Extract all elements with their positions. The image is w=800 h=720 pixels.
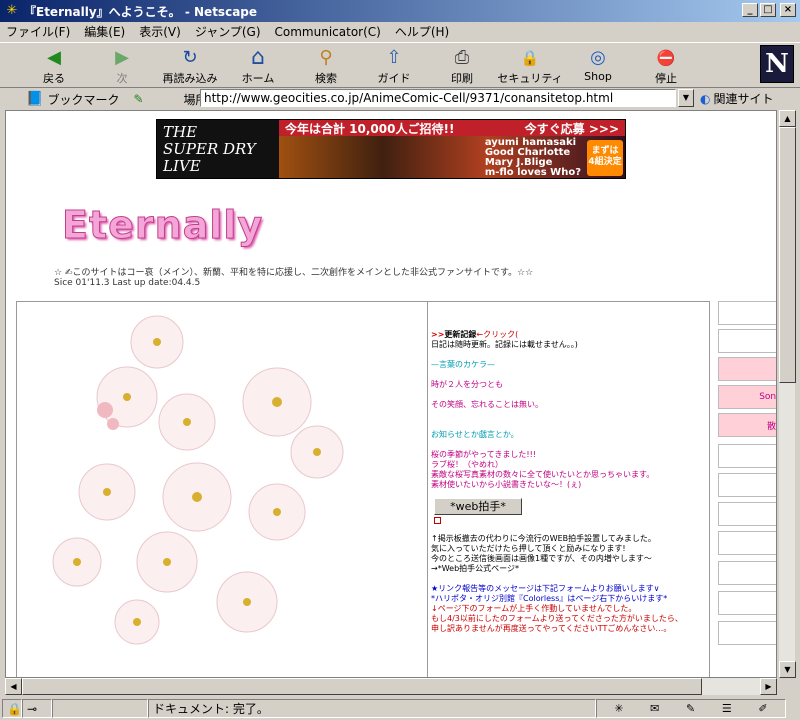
minimize-button[interactable]: _ — [742, 3, 758, 17]
lock-icon: 🔒 — [520, 49, 540, 67]
ad-banner[interactable]: THE SUPER DRY LIVE 今年は合計 10,000人ご招待!! 今す… — [156, 119, 626, 179]
back-arrow-icon: ◀ — [47, 47, 61, 68]
cherry-blossom-image — [16, 301, 428, 677]
shop-icon: ◎ — [590, 47, 606, 68]
address-book-icon[interactable]: ☰ — [722, 702, 732, 715]
banner-artists: ayumi hamasaki Good Charlotte Mary J.Bli… — [484, 137, 581, 178]
banner-left: THE SUPER DRY LIVE — [157, 120, 279, 178]
home-button[interactable]: ⌂ ホーム — [224, 43, 292, 87]
scroll-up-arrow-icon[interactable]: ▲ — [779, 110, 796, 127]
horizontal-scroll-thumb[interactable] — [22, 678, 702, 695]
nav-item-1[interactable]: は — [718, 301, 776, 325]
close-button[interactable]: × — [780, 3, 796, 17]
banner-headline: 今年は合計 10,000人ご招待!! 今すぐ応募 >>> — [279, 120, 625, 136]
update-log-link[interactable]: 更新記録 — [444, 330, 476, 339]
connection-status-icon: ⊸ — [22, 699, 52, 718]
related-sites-icon: ◐ — [700, 91, 711, 106]
status-bar: 🔒 ⊸ ドキュメント: 完了。 ✳ ✉ ✎ ☰ ✐ — [0, 697, 800, 720]
navigator-icon[interactable]: ✳ — [614, 702, 623, 715]
nav-item-8[interactable] — [718, 502, 776, 526]
nav-item-lyrics[interactable]: 詞 — [718, 444, 776, 468]
news-column: >>更新記録←クリック( 日記は随時更新。記録には載せません。。) —言葉のカケ… — [428, 301, 710, 677]
nav-item-songf[interactable]: Songf — [718, 385, 776, 409]
forward-arrow-icon: ▶ — [115, 47, 129, 68]
stop-button[interactable]: ⛔ 停止 — [632, 43, 700, 87]
nav-item-diary[interactable]: 日 — [718, 561, 776, 585]
forward-button[interactable]: ▶ 次 — [88, 43, 156, 87]
menu-help[interactable]: ヘルプ(H) — [395, 23, 449, 40]
web-clap-button[interactable]: *web拍手* — [434, 498, 522, 515]
title-bar: ✳ 『Eternally』へようこそ。 - Netscape _ □ × — [0, 0, 800, 22]
site-logo: Eternally — [61, 203, 264, 248]
nav-item-prose[interactable]: 散文 — [718, 413, 776, 437]
menu-communicator[interactable]: Communicator(C) — [275, 25, 381, 39]
component-bar: ✳ ✉ ✎ ☰ ✐ — [596, 699, 786, 718]
content-table: >>更新記録←クリック( 日記は随時更新。記録には載せません。。) —言葉のカケ… — [16, 301, 776, 677]
nav-item-treasure[interactable]: 宝 — [718, 531, 776, 555]
search-button[interactable]: ⚲ 検索 — [292, 43, 360, 87]
progress-bar — [52, 699, 148, 718]
nav-item-2[interactable]: 管 — [718, 329, 776, 353]
scroll-right-arrow-icon[interactable]: ▶ — [760, 678, 777, 695]
security-button[interactable]: 🔒 セキュリティ — [496, 43, 564, 87]
menu-go[interactable]: ジャンプ(G) — [195, 23, 261, 40]
mail-icon[interactable]: ✉ — [650, 702, 659, 715]
composer-icon[interactable]: ✎ — [686, 702, 695, 715]
nav-item-3[interactable] — [718, 357, 776, 381]
netscape-window: ✳ 『Eternally』へようこそ。 - Netscape _ □ × ファイ… — [0, 0, 800, 720]
site-intro: ☆ ✍このサイトはコー哀（メイン）、新蘭、平和を特に応援し、二次創作をメインとし… — [54, 268, 534, 278]
clap-checkbox[interactable] — [434, 517, 441, 524]
shop-button[interactable]: ◎ Shop — [564, 43, 632, 87]
nav-item-12[interactable] — [718, 621, 776, 645]
menu-edit[interactable]: 編集(E) — [84, 23, 125, 40]
search-icon: ⚲ — [319, 47, 333, 68]
banner-main: 今年は合計 10,000人ご招待!! 今すぐ応募 >>> ayumi hamas… — [279, 120, 625, 178]
status-text: ドキュメント: 完了。 — [148, 699, 596, 718]
home-icon: ⌂ — [251, 45, 265, 70]
scroll-down-arrow-icon[interactable]: ▼ — [779, 661, 796, 678]
page-viewport: THE SUPER DRY LIVE 今年は合計 10,000人ご招待!! 今す… — [5, 110, 777, 678]
menu-file[interactable]: ファイル(F) — [6, 23, 70, 40]
horizontal-scrollbar[interactable]: ◀ ▶ — [5, 678, 777, 695]
nav-item-7[interactable] — [718, 473, 776, 497]
reload-button[interactable]: ↻ 再読み込み — [156, 43, 224, 87]
print-button[interactable]: ⎙ 印刷 — [428, 43, 496, 87]
location-page-icon[interactable]: ✎ — [133, 92, 143, 106]
url-input[interactable]: http://www.geocities.co.jp/AnimeComic-Ce… — [200, 89, 676, 107]
url-dropdown-button[interactable]: ▼ — [678, 89, 694, 107]
edit-icon[interactable]: ✐ — [758, 702, 767, 715]
location-bar: 📘 ブックマーク ✎ 場所: http://www.geocities.co.j… — [0, 88, 800, 110]
guide-button[interactable]: ⇧ ガイド — [360, 43, 428, 87]
window-controls: _ □ × — [742, 3, 796, 17]
bookmarks-button[interactable]: 📘 ブックマーク — [26, 91, 119, 108]
side-nav: は 管 Songf 散文 詞 宝 日 リ — [718, 301, 776, 677]
security-status-icon[interactable]: 🔒 — [2, 699, 22, 718]
bookmark-book-icon: 📘 — [26, 91, 44, 107]
related-sites-button[interactable]: ◐ 関連サイト — [700, 90, 774, 107]
vertical-scroll-thumb[interactable] — [779, 127, 796, 383]
window-title: 『Eternally』へようこそ。 - Netscape — [24, 4, 258, 19]
netscape-app-icon: ✳ — [6, 3, 18, 18]
print-icon: ⎙ — [454, 47, 470, 68]
stop-icon: ⛔ — [656, 49, 676, 67]
reload-icon: ↻ — [182, 47, 198, 68]
netscape-logo[interactable]: N — [760, 45, 794, 83]
web-clap-official-link[interactable]: →*Web拍手公式ページ* — [431, 564, 706, 574]
maximize-button[interactable]: □ — [760, 3, 776, 17]
banner-badge: まずは 4組決定 — [587, 140, 623, 176]
site-dates: Sice 01'11.3 Last up date:04.4.5 — [54, 278, 201, 288]
guide-icon: ⇧ — [386, 47, 402, 68]
menu-view[interactable]: 表示(V) — [139, 23, 181, 40]
navigation-toolbar: ◀ 戻る ▶ 次 ↻ 再読み込み ⌂ ホーム ⚲ 検索 ⇧ ガイド ⎙ 印刷 🔒 — [0, 42, 800, 88]
nav-item-links[interactable]: リ — [718, 591, 776, 615]
scroll-left-arrow-icon[interactable]: ◀ — [5, 678, 22, 695]
menu-bar: ファイル(F) 編集(E) 表示(V) ジャンプ(G) Communicator… — [0, 22, 800, 41]
blossom-illustration — [52, 315, 344, 645]
back-button[interactable]: ◀ 戻る — [20, 43, 88, 87]
vertical-scrollbar[interactable]: ▲ ▼ — [778, 110, 796, 678]
